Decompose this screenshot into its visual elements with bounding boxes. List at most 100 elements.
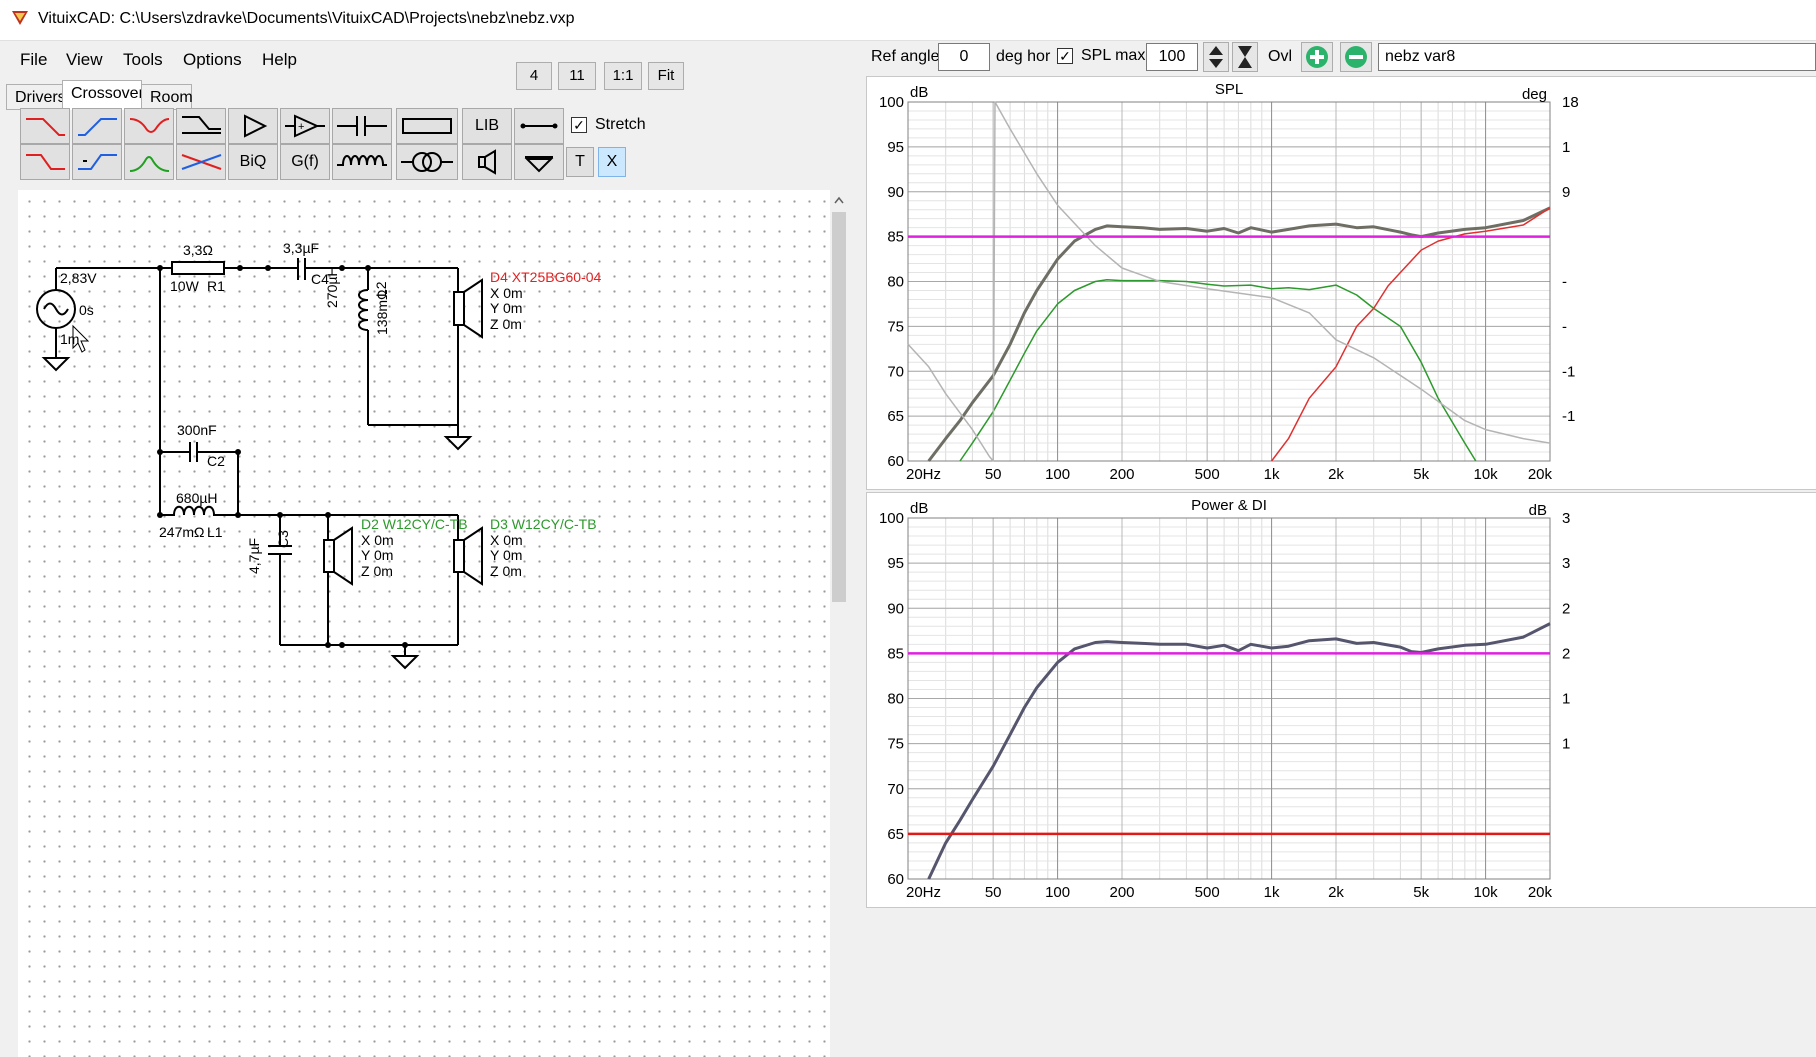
x-tick-label: 2k	[1328, 466, 1344, 483]
x-tick-label: 20Hz	[906, 466, 941, 483]
driver-d3-x: X 0m	[490, 531, 523, 548]
ground-button[interactable]	[514, 144, 564, 180]
inductor-button[interactable]	[332, 144, 392, 180]
text-tool-button[interactable]: T	[566, 147, 594, 177]
y2-tick-label: 2	[1562, 600, 1570, 617]
x-tick-label: 200	[1109, 884, 1134, 901]
schematic-scrollbar[interactable]	[830, 190, 848, 1057]
buffer-button[interactable]	[228, 108, 278, 144]
y-tick-label: 65	[887, 408, 904, 425]
y2-tick-label: -	[1562, 318, 1567, 335]
wire-icon	[520, 123, 558, 129]
x-tick-label: 500	[1195, 466, 1220, 483]
spl-max-input[interactable]: 100	[1146, 43, 1198, 71]
hourglass-icon	[1238, 46, 1252, 68]
power-di-chart-panel[interactable]: Power & DI dB dB 60 65 70 75 80 85 90 95 100 3 3 2 2 1 1 2…	[866, 492, 1816, 908]
delete-tool-button[interactable]: X	[598, 147, 626, 177]
schematic-canvas[interactable]: 2,83V 0s 1m 3,3Ω 10W R1 3,3µF C4 270µH 1…	[18, 190, 830, 1057]
chart-grid	[907, 517, 1551, 880]
peaking-filter-button[interactable]	[124, 108, 174, 144]
driver-d4-y: Y 0m	[490, 300, 523, 316]
y-axis-label: dB	[910, 500, 928, 517]
y-tick-label: 65	[887, 826, 904, 843]
opamp-icon: +	[285, 114, 325, 138]
y2-tick-label: 1	[1562, 736, 1570, 753]
highpass-filter-button[interactable]	[72, 108, 122, 144]
scrollbar-thumb[interactable]	[832, 212, 846, 602]
spl-chart: SPL dB deg 60 65 70 75 80 85 90 95 100 18 1 9 - - -1 -1 20H…	[879, 81, 1579, 483]
source-impedance: 1m	[60, 331, 80, 347]
driver-d2-block[interactable]: D2 W12CY/C-TB X 0m Y 0m Z 0m	[361, 516, 468, 579]
resistor-button[interactable]	[396, 108, 458, 144]
tab-drivers[interactable]: Drivers	[6, 84, 66, 110]
opamp-button[interactable]: +	[280, 108, 330, 144]
grid-4-button[interactable]: 4	[516, 62, 552, 90]
c2-name: C2	[207, 453, 225, 469]
l2-value: 270µH	[324, 266, 340, 308]
y-tick-label: 75	[887, 736, 904, 753]
library-button[interactable]: LIB	[462, 108, 512, 144]
menu-help[interactable]: Help	[262, 50, 297, 70]
title-bar: VituixCAD: C:\Users\zdravke\Documents\Vi…	[0, 0, 1816, 41]
transformer-button[interactable]	[396, 144, 458, 180]
x-tick-label: 100	[1045, 884, 1070, 901]
bandpass-filter-button[interactable]	[124, 144, 174, 180]
driver-d3-z: Z 0m	[490, 562, 522, 579]
ground-icon	[524, 156, 554, 173]
y2-tick-label: -1	[1562, 408, 1575, 425]
x-tick-label: 5k	[1413, 884, 1429, 901]
lowpass2-filter-button[interactable]	[20, 144, 70, 180]
scroll-up-icon[interactable]	[830, 192, 848, 208]
r1-value: 3,3Ω	[183, 242, 213, 258]
spl-spin-button[interactable]	[1203, 42, 1229, 72]
x-tick-label: 20k	[1528, 466, 1553, 483]
y-tick-label: 70	[887, 781, 904, 798]
menu-view[interactable]: View	[66, 50, 103, 70]
capacitor-button[interactable]	[332, 108, 392, 144]
x-tick-label: 200	[1109, 466, 1134, 483]
ref-angle-input[interactable]: 0	[938, 43, 990, 71]
driver-d4-x: X 0m	[490, 284, 523, 301]
driver-button[interactable]	[462, 144, 512, 180]
zoom-fit-button[interactable]: Fit	[648, 62, 684, 90]
highpass2-filter-button[interactable]	[72, 144, 122, 180]
highpass-step-icon	[78, 154, 117, 170]
source-delay: 0s	[79, 302, 94, 318]
menu-file[interactable]: File	[20, 50, 47, 70]
spl-max-checkbox[interactable]: ✓	[1057, 48, 1073, 64]
zoom-1to1-button[interactable]: 1:1	[604, 62, 642, 90]
menu-options[interactable]: Options	[183, 50, 242, 70]
remove-overlay-button[interactable]	[1340, 42, 1372, 72]
x-tick-label: 10k	[1473, 466, 1498, 483]
wire-button[interactable]	[514, 108, 564, 144]
y-tick-label: 60	[887, 453, 904, 470]
deg-hor-label: deg hor	[996, 48, 1051, 65]
overlay-name-input[interactable]: nebz var8	[1378, 43, 1816, 71]
stretch-checkbox[interactable]: ✓	[571, 117, 587, 133]
transfer-function-button[interactable]: G(f)	[280, 144, 330, 180]
lowpass-filter-button[interactable]	[20, 108, 70, 144]
grid-11-button[interactable]: 11	[558, 62, 596, 90]
spl-autoscale-button[interactable]	[1232, 42, 1258, 72]
y-tick-label: 95	[887, 555, 904, 572]
tab-crossover[interactable]: Crossover	[62, 80, 144, 110]
tab-room[interactable]: Room	[141, 84, 193, 110]
add-overlay-button[interactable]	[1301, 42, 1333, 72]
x-tick-label: 10k	[1473, 884, 1498, 901]
driver-d4-block[interactable]: D4 XT25BG60-04 X 0m Y 0m Z 0m	[490, 269, 602, 332]
y-tick-label: 90	[887, 184, 904, 201]
shelf-filter-button[interactable]	[176, 108, 226, 144]
y2-tick-label: 2	[1562, 645, 1570, 662]
y-tick-label: 80	[887, 691, 904, 708]
driver-d4-name: D4 XT25BG60-04	[490, 269, 602, 285]
spl-chart-panel[interactable]: SPL dB deg 60 65 70 75 80 85 90 95 100 18 1 9 - - -1 -1 20H…	[866, 76, 1816, 490]
inductor-icon	[337, 155, 387, 166]
crossover-filter-button[interactable]	[176, 144, 226, 180]
x-tick-label: 5k	[1413, 466, 1429, 483]
menu-tools[interactable]: Tools	[123, 50, 163, 70]
biquad-button[interactable]: BiQ	[228, 144, 278, 180]
y-tick-label: 60	[887, 871, 904, 888]
driver-d3-block[interactable]: D3 W12CY/C-TB X 0m Y 0m Z 0m	[490, 516, 597, 579]
y-tick-label: 95	[887, 139, 904, 156]
bandpass-icon	[129, 156, 170, 172]
